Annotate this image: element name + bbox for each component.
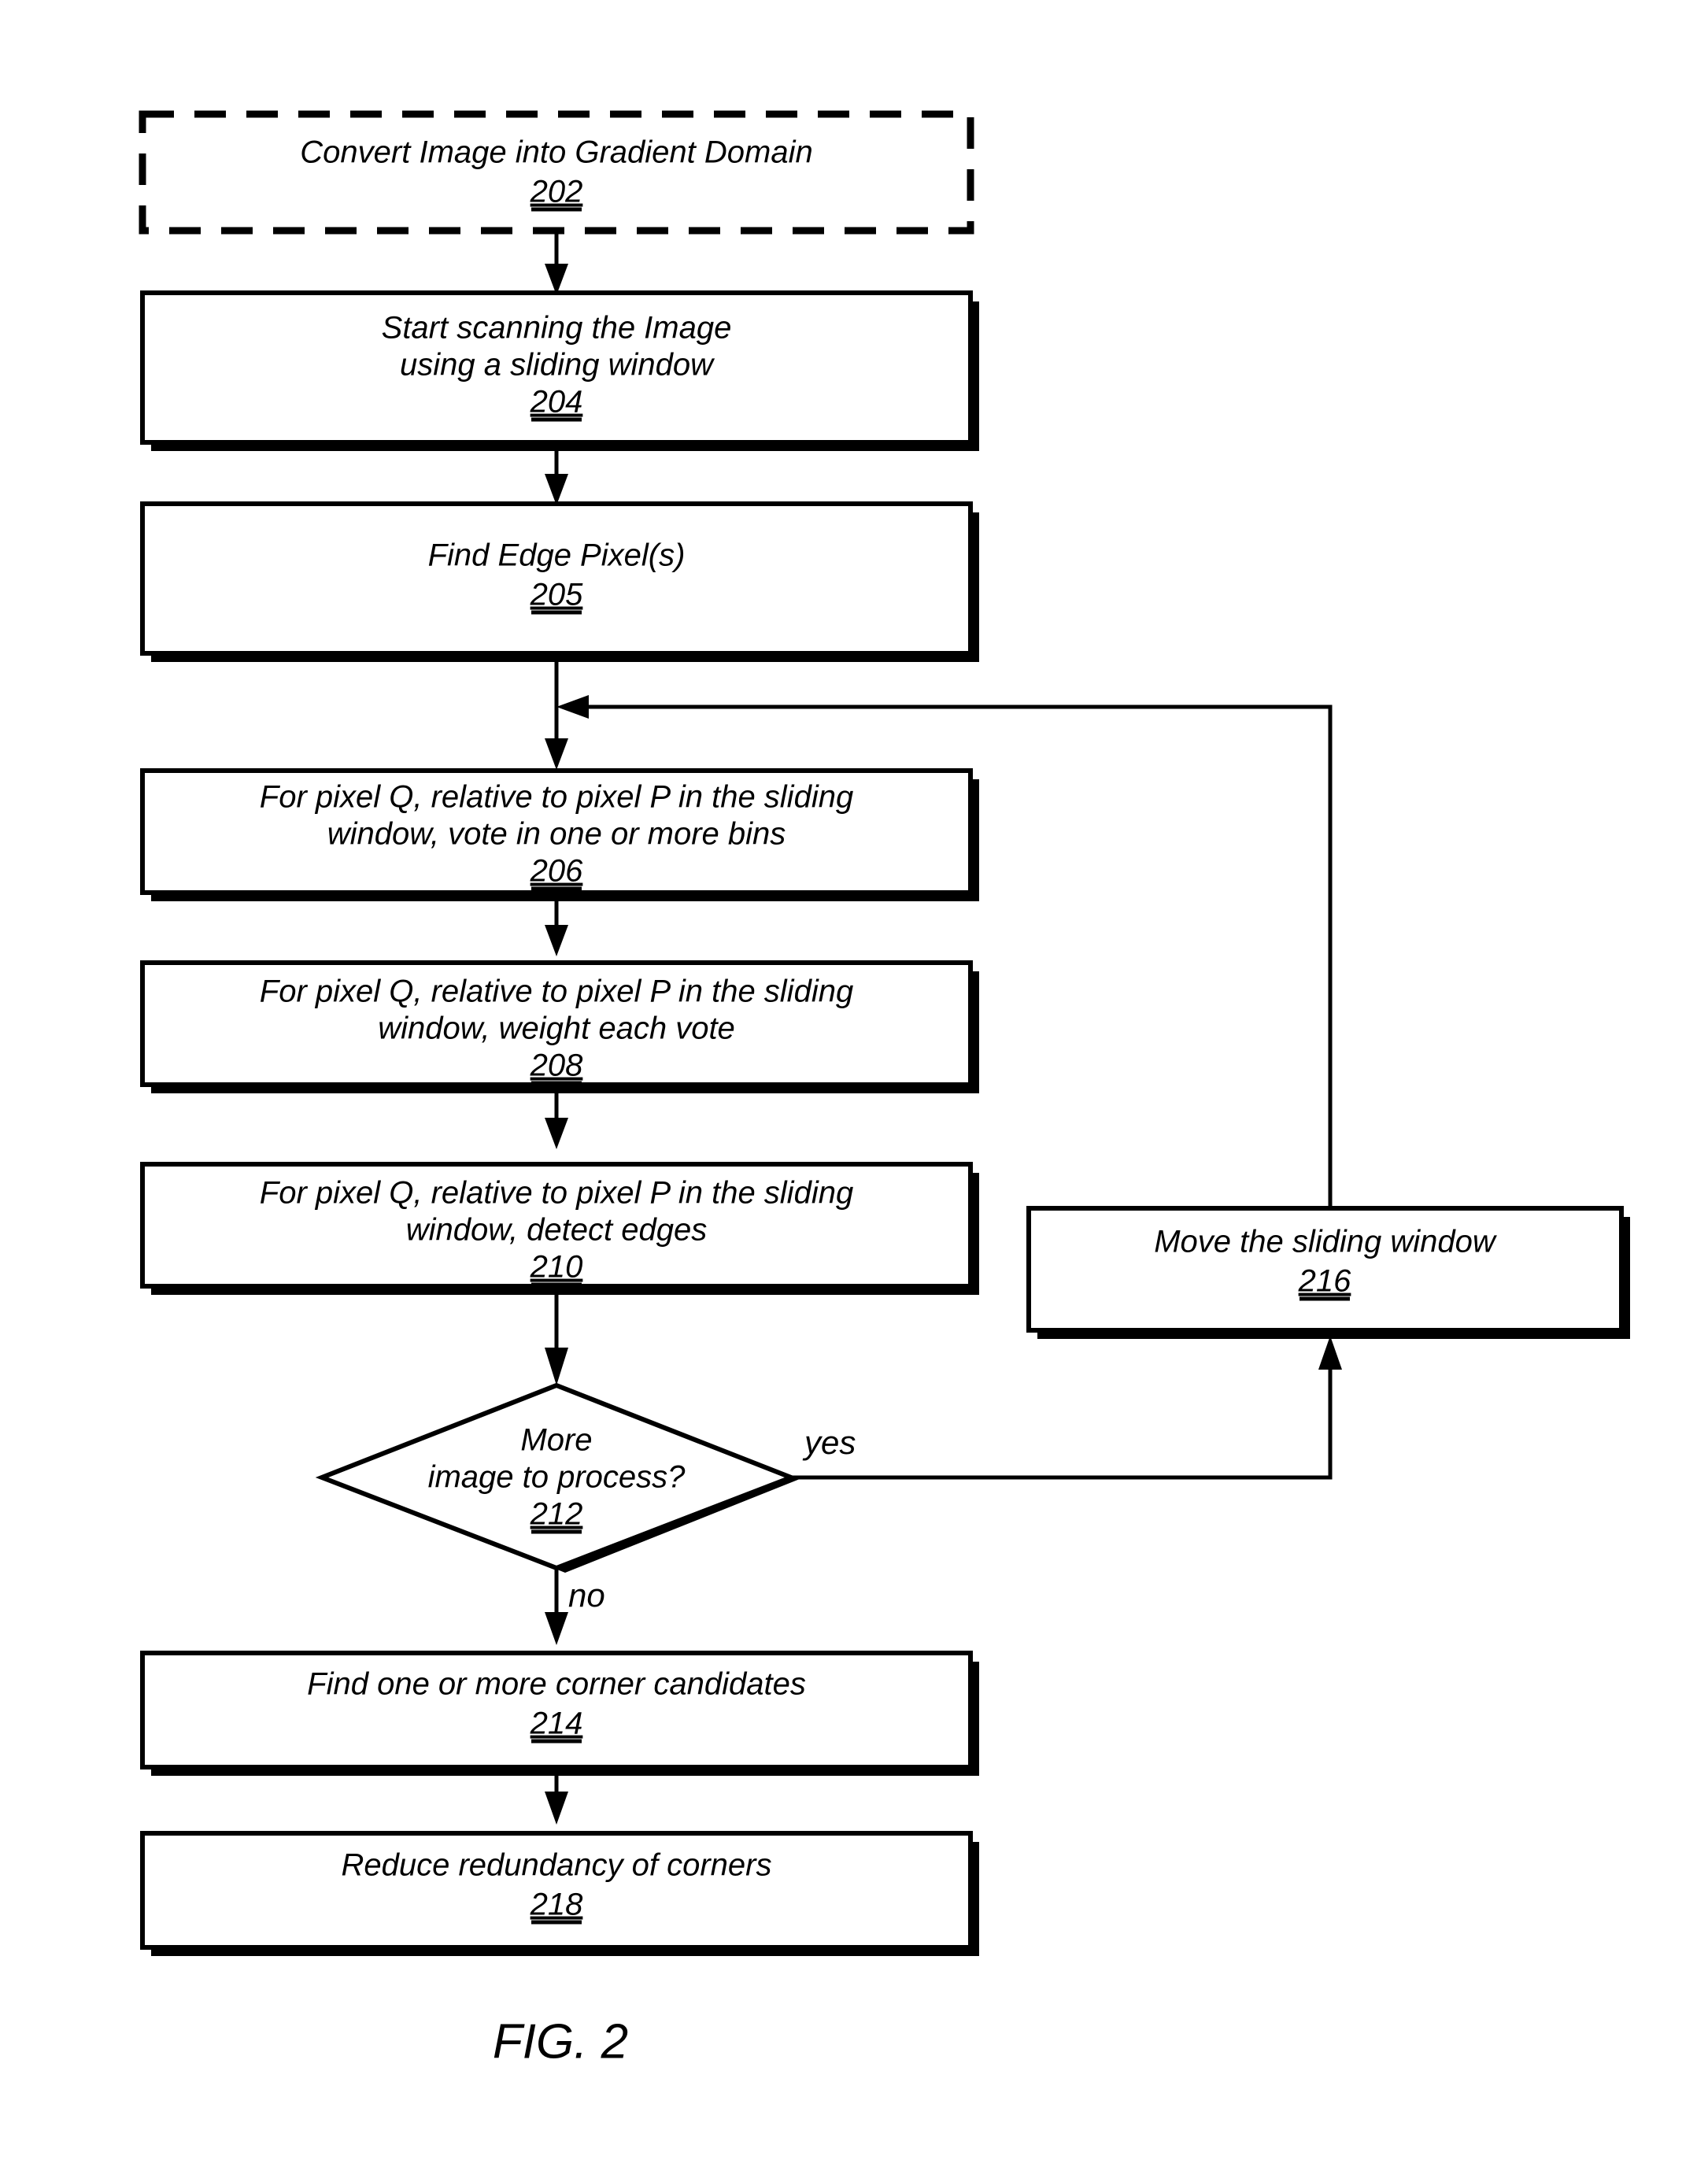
node-204-line-1: Start scanning the Image [382, 311, 732, 346]
edge-208-to-210 [545, 1093, 568, 1149]
node-206-line-1: For pixel Q, relative to pixel P in the … [260, 780, 853, 815]
node-218-id: 218 [530, 1888, 583, 1922]
node-202-id: 202 [530, 175, 583, 209]
node-204-id: 204 [530, 385, 583, 420]
node-206-id: 206 [530, 854, 583, 889]
node-205: Find Edge Pixel(s) 205 [140, 501, 979, 662]
node-205-id: 205 [530, 578, 583, 612]
node-212-id: 212 [530, 1497, 583, 1532]
edge-206-to-208 [545, 901, 568, 956]
node-216-id: 216 [1298, 1264, 1351, 1299]
feedback-arrowhead [556, 695, 589, 719]
node-208-line-2: window, weight each vote [378, 1011, 735, 1046]
yes-arrowhead [1318, 1336, 1342, 1370]
node-205-line-1: Find Edge Pixel(s) [428, 538, 686, 573]
node-206-line-2: window, vote in one or more bins [327, 817, 786, 852]
edge-label-yes: yes [802, 1424, 856, 1461]
node-214: Find one or more corner candidates 214 [140, 1651, 979, 1776]
flowchart-svg: Convert Image into Gradient Domain 202 S… [139, 110, 1630, 2069]
node-208: For pixel Q, relative to pixel P in the … [140, 960, 979, 1093]
node-208-line-1: For pixel Q, relative to pixel P in the … [260, 974, 853, 1009]
node-210-id: 210 [530, 1250, 583, 1285]
edge-210-to-212 [545, 1295, 568, 1385]
edge-label-no: no [568, 1577, 605, 1614]
node-210-line-2: window, detect edges [406, 1213, 707, 1248]
node-212: More image to process? 212 [315, 1382, 800, 1573]
node-218: Reduce redundancy of corners 218 [140, 1831, 979, 1956]
edge-204-to-205 [545, 451, 568, 505]
node-214-id: 214 [530, 1707, 583, 1741]
node-204: Start scanning the Image using a sliding… [140, 290, 979, 451]
node-206: For pixel Q, relative to pixel P in the … [140, 768, 979, 901]
node-210: For pixel Q, relative to pixel P in the … [140, 1162, 979, 1295]
node-202: Convert Image into Gradient Domain 202 [139, 110, 974, 235]
node-210-line-1: For pixel Q, relative to pixel P in the … [260, 1176, 853, 1211]
edge-205-to-206 [545, 662, 568, 770]
edge-202-to-204 [545, 231, 568, 295]
node-214-line-1: Find one or more corner candidates [307, 1667, 806, 1702]
node-216-line-1: Move the sliding window [1154, 1225, 1498, 1259]
node-202-border [139, 110, 974, 235]
edge-212-yes-to-216: yes [791, 1336, 1342, 1480]
node-208-id: 208 [530, 1048, 583, 1083]
edge-214-to-218 [545, 1776, 568, 1825]
figure-caption: FIG. 2 [493, 2014, 628, 2069]
node-218-line-1: Reduce redundancy of corners [342, 1848, 772, 1883]
figure-container: Convert Image into Gradient Domain 202 S… [0, 0, 1708, 2167]
node-216: Move the sliding window 216 [1026, 1206, 1630, 1339]
edge-212-no-to-214: no [545, 1568, 605, 1645]
node-212-line-1: More [520, 1423, 592, 1458]
node-212-line-2: image to process? [428, 1460, 686, 1495]
node-204-line-2: using a sliding window [400, 348, 715, 383]
node-202-line-1: Convert Image into Gradient Domain [300, 135, 812, 170]
